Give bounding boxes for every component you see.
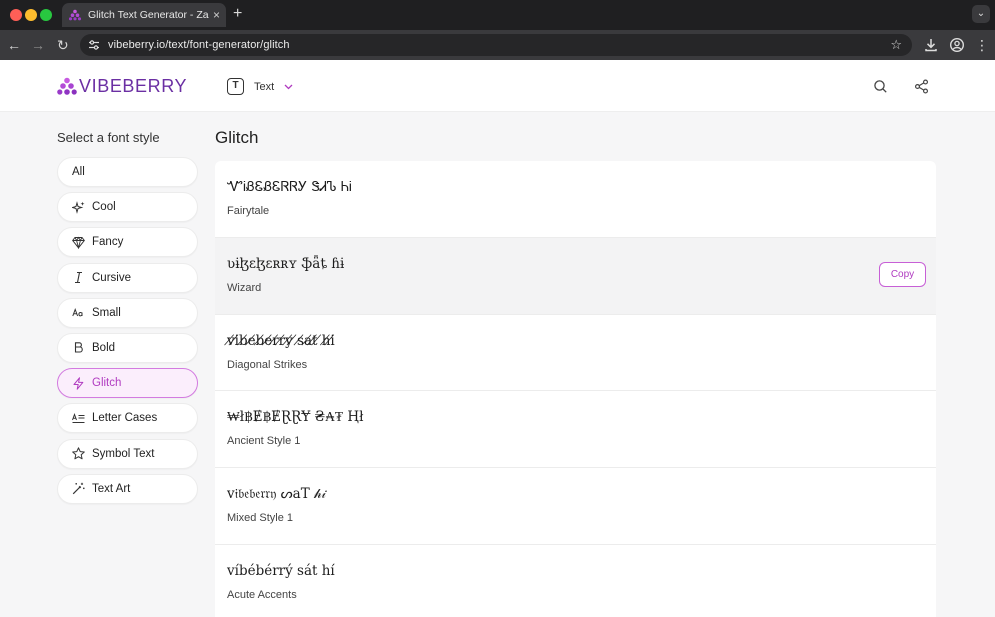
font-result-row[interactable]: ⅴ𝔦𝔟𝔢𝔟𝔢𝔯𝔯𝔶 ᔕaT 𝒽𝒾 Mixed Style 1: [215, 468, 936, 545]
tab-title: Glitch Text Generator - Zalgo: [88, 9, 209, 21]
small-text-icon: [72, 308, 83, 317]
minimize-window-button[interactable]: [25, 9, 37, 21]
font-result-row[interactable]: v̸i̸b̸e̸b̸e̸r̸r̸y̸ ̸s̸a̸t̸ ̸h̸i̸ Diagona…: [215, 315, 936, 392]
styled-text: ⅴ𝔦𝔟𝔢𝔟𝔢𝔯𝔯𝔶 ᔕaT 𝒽𝒾: [227, 486, 327, 503]
content-type-dropdown[interactable]: T Text: [227, 78, 293, 95]
profile-icon[interactable]: [949, 37, 965, 53]
sidebar-title: Select a font style: [57, 130, 160, 145]
style-name: Mixed Style 1: [227, 512, 294, 525]
chevron-down-icon: [284, 84, 293, 89]
style-item-label: Glitch: [92, 377, 122, 390]
magic-wand-icon: [72, 482, 85, 495]
new-tab-button[interactable]: +: [233, 5, 242, 23]
styled-text: ₩ł฿Ɇ฿ɆⱤⱤɎ ₴₳₮ Ⱨł: [227, 409, 364, 426]
sparkles-icon: [72, 200, 85, 214]
download-icon[interactable]: [923, 37, 939, 53]
style-item-letter-cases[interactable]: Letter Cases: [57, 403, 198, 434]
style-item-symbol-text[interactable]: Symbol Text: [57, 438, 198, 469]
style-item-glitch[interactable]: Glitch: [57, 368, 198, 399]
style-item-label: Fancy: [92, 236, 124, 249]
style-item-small[interactable]: Small: [57, 297, 198, 328]
font-result-row[interactable]: ᏉᎥᏰᏋᏰᏋᏒᏒᎩ ᏕᏗᏖ ᏂᎥ Fairytale: [215, 161, 936, 238]
text-type-icon: T: [227, 78, 244, 95]
tab-search-chevron-icon[interactable]: ⌄: [972, 5, 990, 23]
style-item-text-art[interactable]: Text Art: [57, 473, 198, 504]
maximize-window-button[interactable]: [40, 9, 52, 21]
browser-toolbar: ← → ↻ vibeberry.io/text/font-generator/g…: [0, 30, 995, 60]
content-type-label: Text: [254, 80, 275, 93]
style-item-fancy[interactable]: Fancy: [57, 227, 198, 258]
styled-text: ᏉᎥᏰᏋᏰᏋᏒᏒᎩ ᏕᏗᏖ ᏂᎥ: [227, 179, 352, 195]
forward-arrow-icon[interactable]: →: [31, 37, 45, 53]
styled-text: ʋɨɮɛɮɛʀʀʏ ֆǟȶ ɦɨ: [227, 255, 345, 272]
font-result-row[interactable]: ₩ł฿Ɇ฿ɆⱤⱤɎ ₴₳₮ Ⱨł Ancient Style 1: [215, 391, 936, 469]
lightning-icon: [73, 376, 84, 390]
style-name: Diagonal Strikes: [227, 358, 308, 371]
style-name: Acute Accents: [227, 588, 297, 601]
tab-close-icon[interactable]: ×: [213, 8, 220, 22]
styled-text: víbébérrý sát hí: [227, 562, 335, 579]
vibeberry-favicon-icon: [69, 9, 81, 21]
star-icon: [72, 447, 85, 460]
style-item-label: Bold: [92, 341, 116, 354]
bookmark-star-icon[interactable]: ☆: [890, 37, 902, 53]
style-item-label: Cool: [92, 201, 116, 214]
style-item-label: Text Art: [92, 482, 131, 495]
style-item-bold[interactable]: Bold: [57, 332, 198, 363]
browser-titlebar: Glitch Text Generator - Zalgo × + ⌄: [0, 0, 995, 30]
style-item-all[interactable]: All: [57, 157, 198, 187]
font-results-list: ᏉᎥᏰᏋᏰᏋᏒᏒᎩ ᏕᏗᏖ ᏂᎥ Fairytale ʋɨɮɛɮɛʀʀʏ ֆǟȶ…: [215, 161, 936, 617]
italic-icon: [75, 272, 82, 284]
bold-icon: [74, 342, 83, 353]
site-settings-icon[interactable]: [88, 39, 100, 51]
style-item-label: Small: [92, 306, 121, 319]
style-item-cursive[interactable]: Cursive: [57, 262, 198, 293]
url-text[interactable]: vibeberry.io/text/font-generator/glitch: [108, 39, 290, 51]
copy-button[interactable]: Copy: [879, 261, 926, 287]
reload-icon[interactable]: ↻: [57, 37, 69, 53]
diamond-icon: [72, 236, 85, 249]
font-result-row[interactable]: víbébérrý sát hí Acute Accents: [215, 545, 936, 617]
address-bar[interactable]: vibeberry.io/text/font-generator/glitch …: [80, 34, 912, 56]
style-name: Ancient Style 1: [227, 435, 301, 448]
close-window-button[interactable]: [10, 9, 22, 21]
font-result-row[interactable]: ʋɨɮɛɮɛʀʀʏ ֆǟȶ ɦɨ Wizard Copy: [215, 237, 936, 315]
browser-tab[interactable]: Glitch Text Generator - Zalgo ×: [62, 3, 226, 27]
page-title: Glitch: [215, 128, 259, 147]
styled-text: v̸i̸b̸e̸b̸e̸r̸r̸y̸ ̸s̸a̸t̸ ̸h̸i̸: [227, 332, 335, 349]
back-arrow-icon[interactable]: ←: [7, 37, 21, 53]
style-name: Wizard: [227, 281, 262, 294]
logo-text: VIBEBERRY: [79, 76, 188, 96]
more-menu-icon[interactable]: ⋮: [974, 37, 990, 53]
style-item-label: Cursive: [92, 271, 131, 284]
share-icon[interactable]: [914, 79, 929, 94]
search-icon[interactable]: [873, 79, 888, 94]
berry-logo-icon: [57, 77, 77, 95]
vibeberry-logo[interactable]: VIBEBERRY: [57, 76, 187, 97]
style-name: Fairytale: [227, 205, 270, 217]
style-item-cool[interactable]: Cool: [57, 192, 198, 223]
font-style-list: All Cool Fancy Cursive Small Bold Glitch…: [57, 157, 198, 509]
letter-cases-icon: [72, 412, 85, 423]
app-header: VIBEBERRY T Text: [0, 60, 995, 112]
style-item-label: All: [72, 166, 85, 178]
style-item-label: Letter Cases: [92, 412, 158, 425]
style-item-label: Symbol Text: [92, 447, 155, 460]
